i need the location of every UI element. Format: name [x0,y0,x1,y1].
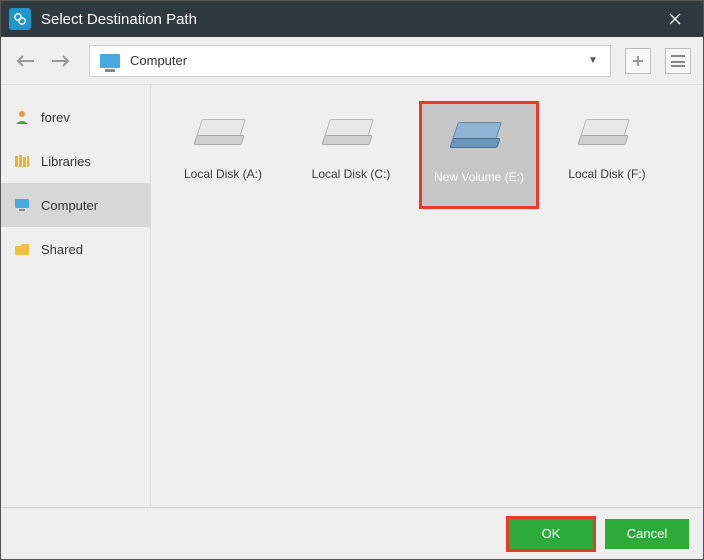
hard-disk-icon [449,116,509,156]
hard-disk-icon [321,113,381,153]
select-destination-window: Select Destination Path Computer ▼ [0,0,704,560]
sidebar-item-label: Computer [41,198,98,213]
drive-label: Local Disk (C:) [312,167,391,181]
drive-item-c[interactable]: Local Disk (C:) [291,101,411,209]
drive-label: New Volume (E:) [434,170,524,184]
computer-icon [100,54,120,68]
drive-item-f[interactable]: Local Disk (F:) [547,101,667,209]
footer: OK Cancel [1,507,703,559]
address-text: Computer [130,53,576,68]
sidebar-item-computer[interactable]: Computer [1,183,150,227]
computer-icon [13,196,31,214]
drive-label: Local Disk (A:) [184,167,262,181]
back-button[interactable] [13,48,39,74]
sidebar-item-shared[interactable]: Shared [1,227,150,271]
sidebar-item-forev[interactable]: forev [1,95,150,139]
new-folder-button[interactable] [625,48,651,74]
view-list-button[interactable] [665,48,691,74]
close-icon[interactable] [655,1,695,37]
ok-button[interactable]: OK [509,519,593,549]
drive-item-a[interactable]: Local Disk (A:) [163,101,283,209]
app-icon [9,8,31,30]
hard-disk-icon [193,113,253,153]
sidebar-item-label: Shared [41,242,83,257]
drive-item-e[interactable]: New Volume (E:) [419,101,539,209]
user-icon [13,108,31,126]
list-icon [671,55,685,67]
toolbar: Computer ▼ [1,37,703,85]
sidebar: forev Libraries Computer Shared [1,85,151,507]
sidebar-item-libraries[interactable]: Libraries [1,139,150,183]
cancel-button[interactable]: Cancel [605,519,689,549]
content-area: forev Libraries Computer Shared [1,85,703,507]
libraries-icon [13,152,31,170]
titlebar: Select Destination Path [1,1,703,37]
forward-button[interactable] [47,48,73,74]
window-title: Select Destination Path [41,11,655,28]
shared-icon [13,240,31,258]
address-dropdown-icon[interactable]: ▼ [586,55,600,66]
address-bar[interactable]: Computer ▼ [89,45,611,77]
sidebar-item-label: Libraries [41,154,91,169]
hard-disk-icon [577,113,637,153]
sidebar-item-label: forev [41,110,70,125]
drive-grid: Local Disk (A:) Local Disk (C:) New Volu… [151,85,703,507]
drive-label: Local Disk (F:) [568,167,645,181]
